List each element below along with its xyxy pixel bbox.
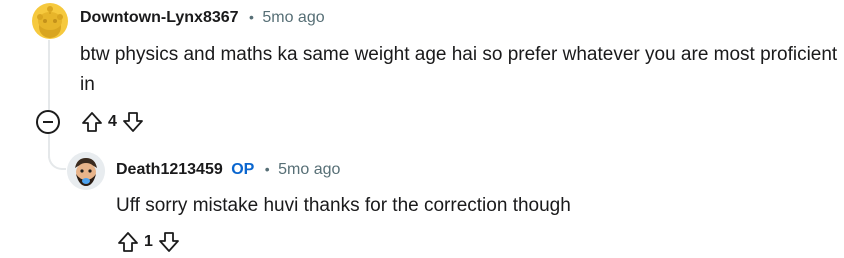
arrow-down-outline-icon	[159, 232, 179, 252]
comment-header: Downtown-Lynx8367 • 5mo ago	[80, 9, 325, 27]
vote-bar: 1	[116, 230, 181, 254]
avatar[interactable]	[32, 3, 68, 39]
arrow-up-outline-icon	[82, 112, 102, 132]
username-link[interactable]: Downtown-Lynx8367	[80, 9, 239, 26]
vote-count: 4	[108, 113, 117, 130]
timestamp[interactable]: 5mo ago	[278, 161, 340, 178]
downvote-button[interactable]	[157, 230, 181, 254]
arrow-up-outline-icon	[118, 232, 138, 252]
downvote-button[interactable]	[121, 110, 145, 134]
op-badge: OP	[231, 161, 255, 178]
vote-bar: 4	[80, 110, 145, 134]
meta-separator: •	[249, 9, 254, 25]
comment-body: btw physics and maths ka same weight age…	[80, 44, 838, 95]
arrow-down-outline-icon	[123, 112, 143, 132]
comment-header: Death1213459 OP • 5mo ago	[116, 161, 340, 179]
vote-count: 1	[144, 233, 153, 250]
thread-line-reply-curve	[48, 140, 66, 170]
meta-separator: •	[264, 161, 270, 177]
upvote-button[interactable]	[80, 110, 104, 134]
collapse-thread-button[interactable]	[36, 110, 60, 134]
timestamp[interactable]: 5mo ago	[262, 9, 324, 26]
avatar[interactable]	[67, 152, 105, 190]
comment-body: Uff sorry mistake huvi thanks for the co…	[116, 195, 571, 216]
custom-avatar-icon	[67, 152, 105, 190]
upvote-button[interactable]	[116, 230, 140, 254]
snoo-avatar-icon	[37, 6, 63, 38]
thread-line-main	[48, 40, 50, 110]
username-link[interactable]: Death1213459	[116, 161, 223, 178]
